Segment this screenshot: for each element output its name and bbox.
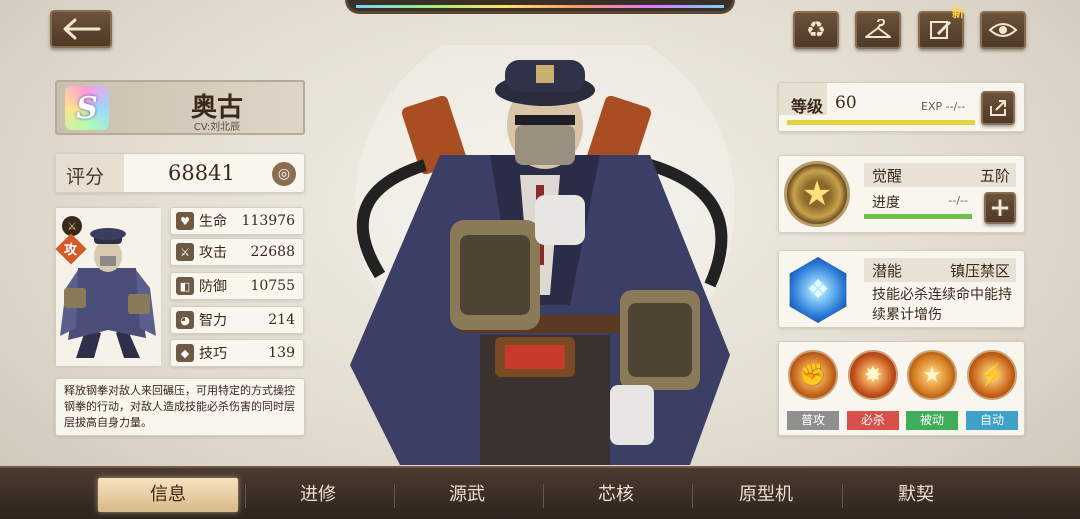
score-panel: 评分 68841 ◎ [55,153,305,193]
stat-int-value: 214 [268,312,295,328]
claw-skill-icon: ⚡ [967,350,1017,400]
skill-ultimate[interactable]: ✸ 必杀 [846,350,900,432]
awaken-row: 觉醒 五阶 [864,163,1016,187]
awaken-star-icon: ★ [784,161,850,227]
heart-icon: ♥ [176,212,194,230]
awaken-plus-button[interactable]: + [984,192,1016,224]
level-panel: 等级 60 EXP --/-- [778,82,1025,132]
potential-description: 技能必杀连续命中能持续累计增伤 [872,287,1012,323]
burst-skill-icon: ✸ [848,350,898,400]
tab-info[interactable]: 信息 [98,478,238,512]
tab-weapon[interactable]: 源武 [397,478,537,512]
skill-tag: 被动 [906,411,958,430]
stat-hp-label: 生命 [199,214,227,230]
stat-def-value: 10755 [250,278,295,294]
stat-skill: ◆ 技巧 139 [170,339,304,367]
character-cv: CV:刘北辰 [193,122,241,133]
tab-bond[interactable]: 默契 [846,478,986,512]
skill-normal[interactable]: ✊ 普攻 [786,350,840,432]
brain-icon: ◕ [176,311,194,329]
potential-crest-icon: ❖ [789,257,847,323]
stat-atk: ⚔ 攻击 22688 [170,238,304,266]
progress-value: --/-- [948,194,968,207]
shield-icon: ◧ [176,277,194,295]
stat-skill-label: 技巧 [199,346,227,362]
level-value: 60 [835,93,857,113]
stat-int-label: 智力 [199,313,227,329]
new-badge: 新 [952,6,965,20]
awaken-progress: 进度 --/-- [864,190,972,224]
wardrobe-button[interactable] [855,11,901,49]
skill-tag: 普攻 [787,411,839,430]
score-value: 68841 [168,161,235,185]
character-portrait[interactable]: ⚔ 攻 [55,207,161,366]
class-badge-label: 攻 [64,243,78,258]
tab-core[interactable]: 芯核 [546,478,686,512]
share-icon [990,100,1006,116]
stat-atk-value: 22688 [250,244,295,260]
portrait-art: ⚔ [56,208,161,366]
star-skill-icon: ★ [907,350,957,400]
skill-tag: 必杀 [847,411,899,430]
stat-hp-value: 113976 [241,213,295,229]
character-art [350,45,735,465]
arrow-left-icon [63,18,101,40]
stat-skill-value: 139 [268,345,295,361]
sword-icon: ⚔ [176,243,194,261]
potential-name: 镇压禁区 [949,262,1010,280]
level-label: 等级 [791,97,824,116]
awaken-value: 五阶 [979,167,1010,185]
score-detail-button[interactable]: ◎ [272,162,296,186]
svg-text:⚔: ⚔ [67,220,77,233]
name-panel: S 奥古 CV:刘北辰 [55,80,305,135]
magnifier-icon: ◎ [277,166,291,182]
eye-icon [988,23,1018,37]
hanger-icon [865,19,891,38]
plus-icon: + [989,193,1011,223]
character-description: 释放钢拳对敌人来回碾压，可用特定的方式操控钢拳的行动，对敌人造成技能必杀伤害的同… [55,378,305,436]
edit-icon [930,21,951,39]
potential-label: 潜能 [872,262,903,280]
rank-badge: S [65,86,109,130]
progress-label: 进度 [872,195,900,211]
potential-header: 潜能 镇压禁区 [864,258,1016,282]
stat-def-label: 防御 [199,279,227,295]
stat-int: ◕ 智力 214 [170,306,304,334]
skill-passive[interactable]: ★ 被动 [905,350,959,432]
skill-tag: 自动 [966,411,1018,430]
skill-auto[interactable]: ⚡ 自动 [965,350,1019,432]
awaken-panel: ★ 觉醒 五阶 进度 --/-- + [778,155,1025,233]
exp-bar [787,120,975,125]
tab-prototype[interactable]: 原型机 [696,478,836,512]
awaken-label: 觉醒 [872,167,903,185]
recycle-button[interactable]: ♻ [793,11,839,49]
back-button[interactable] [50,10,112,48]
progress-bar [864,214,972,219]
cube-icon: ◆ [176,344,194,362]
exp-bar-fill [787,120,975,125]
fist-skill-icon: ✊ [788,350,838,400]
score-label: 评分 [66,166,105,188]
view-button[interactable] [980,11,1026,49]
exp-text: EXP --/-- [921,100,966,113]
skills-panel: ✊ 普攻 ✸ 必杀 ★ 被动 ⚡ 自动 [778,341,1025,436]
stat-atk-label: 攻击 [199,245,227,261]
top-frame [345,0,735,14]
stat-def: ◧ 防御 10755 [170,272,304,300]
recycle-icon: ♻ [806,17,826,43]
share-button[interactable] [981,91,1015,125]
potential-panel[interactable]: ❖ 潜能 镇压禁区 技能必杀连续命中能持续累计增伤 [778,250,1025,328]
bottom-nav: 信息 进修 源武 芯核 原型机 默契 [0,466,1080,519]
stat-hp: ♥ 生命 113976 [170,207,304,235]
tab-training[interactable]: 进修 [248,478,388,512]
